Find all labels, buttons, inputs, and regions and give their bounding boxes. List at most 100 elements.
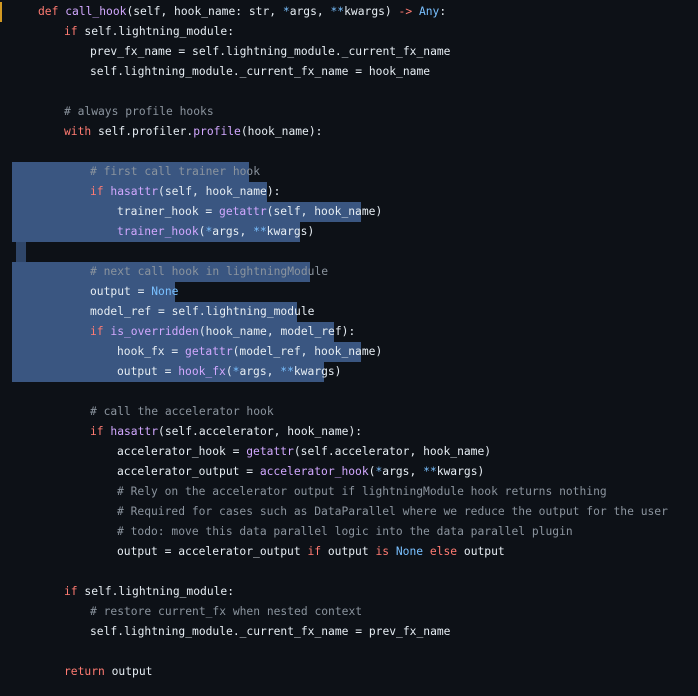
code-token: (model_ref, hook_name) [232, 345, 383, 358]
code-line: if is_overridden(hook_name, model_ref): [90, 322, 355, 342]
code-token: if [64, 585, 85, 598]
code-token: (self, hook_name): [158, 185, 281, 198]
code-token: ** [423, 465, 437, 478]
code-editor[interactable]: def call_hook(self, hook_name: str, *arg… [0, 0, 698, 696]
code-line: # restore current_fx when nested context [90, 602, 362, 622]
code-token: (self, hook_name) [266, 205, 383, 218]
code-token: Any [418, 5, 440, 18]
code-token: kwargs) [436, 465, 485, 478]
code-token: self.lightning_module._current_fx_name =… [90, 625, 451, 638]
code-token: if [64, 25, 85, 38]
code-line: # always profile hooks [64, 102, 214, 122]
code-token: return [64, 665, 112, 678]
code-token: output = [90, 285, 152, 298]
code-line: hook_fx = getattr(model_ref, hook_name) [117, 342, 382, 362]
code-line: output = hook_fx(*args, **kwargs) [117, 362, 341, 382]
code-token: output [111, 665, 153, 678]
code-line: # next call hook in lightningModule [90, 262, 328, 282]
code-token: (self.accelerator, hook_name): [158, 425, 363, 438]
code-token: with [64, 125, 99, 138]
code-line: trainer_hook(*args, **kwargs) [117, 222, 314, 242]
code-line: self.lightning_module._current_fx_name =… [90, 622, 450, 642]
code-token: if [90, 185, 111, 198]
code-token: (hook_name): [240, 125, 323, 138]
code-token: # restore current_fx when nested context [90, 605, 363, 618]
code-line: with self.profiler.profile(hook_name): [64, 122, 322, 142]
code-token: # always profile hooks [64, 105, 214, 118]
code-token: def [38, 5, 66, 18]
code-token: is_overridden [110, 325, 199, 338]
code-token: getattr [219, 205, 267, 218]
code-token: accelerator_hook [259, 465, 369, 478]
code-token: model_ref = self.lightning_module [90, 305, 315, 318]
code-token: getattr [246, 445, 294, 458]
code-token: trainer_hook = [117, 205, 220, 218]
code-line: model_ref = self.lightning_module [90, 302, 314, 322]
code-line: if self.lightning_module: [64, 22, 234, 42]
code-token: : [439, 5, 447, 18]
code-token: is [375, 545, 396, 558]
code-token: call_hook [65, 5, 127, 18]
code-token: if [90, 425, 111, 438]
code-token: ( [225, 365, 233, 378]
code-token: else [429, 545, 464, 558]
code-token: None [151, 285, 179, 298]
code-token: # next call hook in lightningModule [90, 265, 329, 278]
code-token: kwargs) [266, 225, 315, 238]
code-line: output = accelerator_output if output is… [117, 542, 505, 562]
code-token: * [282, 5, 290, 18]
code-line: # Required for cases such as DataParalle… [117, 502, 668, 522]
code-token: prev_fx_name = self.lightning_module._cu… [90, 45, 451, 58]
code-token: hook_fx [178, 365, 226, 378]
code-token: hook_fx = [117, 345, 186, 358]
code-token: ** [280, 365, 294, 378]
code-line: if hasattr(self.accelerator, hook_name): [90, 422, 362, 442]
code-token: (hook_name, model_ref): [198, 325, 356, 338]
code-token: args, [239, 365, 281, 378]
code-token: if [307, 545, 328, 558]
code-line: def call_hook(self, hook_name: str, *arg… [38, 2, 446, 22]
code-token: # Rely on the accelerator output if ligh… [117, 485, 607, 498]
code-line: output = None [90, 282, 178, 302]
code-token: output = [117, 365, 179, 378]
code-line: trainer_hook = getattr(self, hook_name) [117, 202, 382, 222]
code-token: self.lightning_module: [84, 585, 235, 598]
code-token: trainer_hook [117, 225, 199, 238]
code-token: hasattr [110, 425, 159, 438]
selection-gap [16, 242, 26, 262]
code-line: self.lightning_module._current_fx_name =… [90, 62, 430, 82]
code-line: if self.lightning_module: [64, 582, 234, 602]
code-token: (self, hook_name: str, [126, 5, 283, 18]
code-line: # todo: move this data parallel logic in… [117, 522, 573, 542]
code-token: hasattr [110, 185, 159, 198]
code-token: getattr [185, 345, 233, 358]
code-token: accelerator_hook = [117, 445, 247, 458]
code-line: # Rely on the accelerator output if ligh… [117, 482, 607, 502]
code-token: None [395, 545, 430, 558]
code-token: # call the accelerator hook [90, 405, 274, 418]
code-line: prev_fx_name = self.lightning_module._cu… [90, 42, 450, 62]
code-line: return output [64, 662, 152, 682]
code-token: (self.accelerator, hook_name) [293, 445, 492, 458]
code-token: self.lightning_module._current_fx_name =… [90, 65, 431, 78]
code-token: output [327, 545, 376, 558]
code-token: output = accelerator_output [117, 545, 308, 558]
code-token: if [90, 325, 111, 338]
code-token: kwargs) [344, 5, 399, 18]
code-line: # first call trainer hook [90, 162, 260, 182]
code-line: # call the accelerator hook [90, 402, 274, 422]
code-token: args, [382, 465, 424, 478]
code-line: accelerator_output = accelerator_hook(*a… [117, 462, 484, 482]
current-line-marker [0, 2, 2, 22]
code-line: if hasattr(self, hook_name): [90, 182, 280, 202]
code-token: profile [193, 125, 241, 138]
code-token: ** [253, 225, 267, 238]
code-token: # first call trainer hook [90, 165, 261, 178]
code-token: args, [289, 5, 331, 18]
code-token: args, [212, 225, 254, 238]
code-line: accelerator_hook = getattr(self.accelera… [117, 442, 491, 462]
code-token: ** [330, 5, 345, 18]
code-token: self.lightning_module: [84, 25, 235, 38]
code-token: output [463, 545, 505, 558]
code-token: kwargs) [293, 365, 342, 378]
